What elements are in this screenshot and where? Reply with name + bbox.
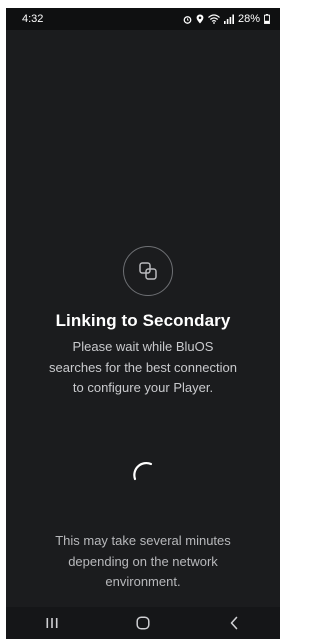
duration-note: This may take several minutes depending …	[55, 533, 231, 589]
wifi-icon	[208, 14, 220, 24]
battery-icon	[264, 14, 270, 24]
back-button[interactable]	[214, 607, 254, 639]
status-bar: 4:32 28%	[6, 8, 280, 30]
wait-message: Please wait while BluOS searches for the…	[49, 339, 237, 395]
recent-apps-button[interactable]	[32, 607, 72, 639]
back-icon	[231, 616, 238, 630]
home-icon	[136, 616, 150, 630]
battery-percent: 28%	[237, 13, 260, 25]
loading-spinner-icon	[131, 459, 155, 483]
navigation-bar	[6, 607, 280, 639]
location-icon	[196, 14, 204, 24]
link-squares-icon	[123, 246, 173, 296]
status-time: 4:32	[22, 13, 44, 25]
status-icons: 28%	[183, 13, 270, 25]
signal-icon	[223, 14, 234, 24]
recent-apps-icon	[46, 618, 58, 628]
alarm-icon	[183, 15, 192, 24]
phone-screen: 4:32 28% Linking to Secondary Please wai…	[6, 8, 280, 639]
page-title: Linking to Secondary	[55, 311, 231, 330]
home-button[interactable]	[123, 607, 163, 639]
